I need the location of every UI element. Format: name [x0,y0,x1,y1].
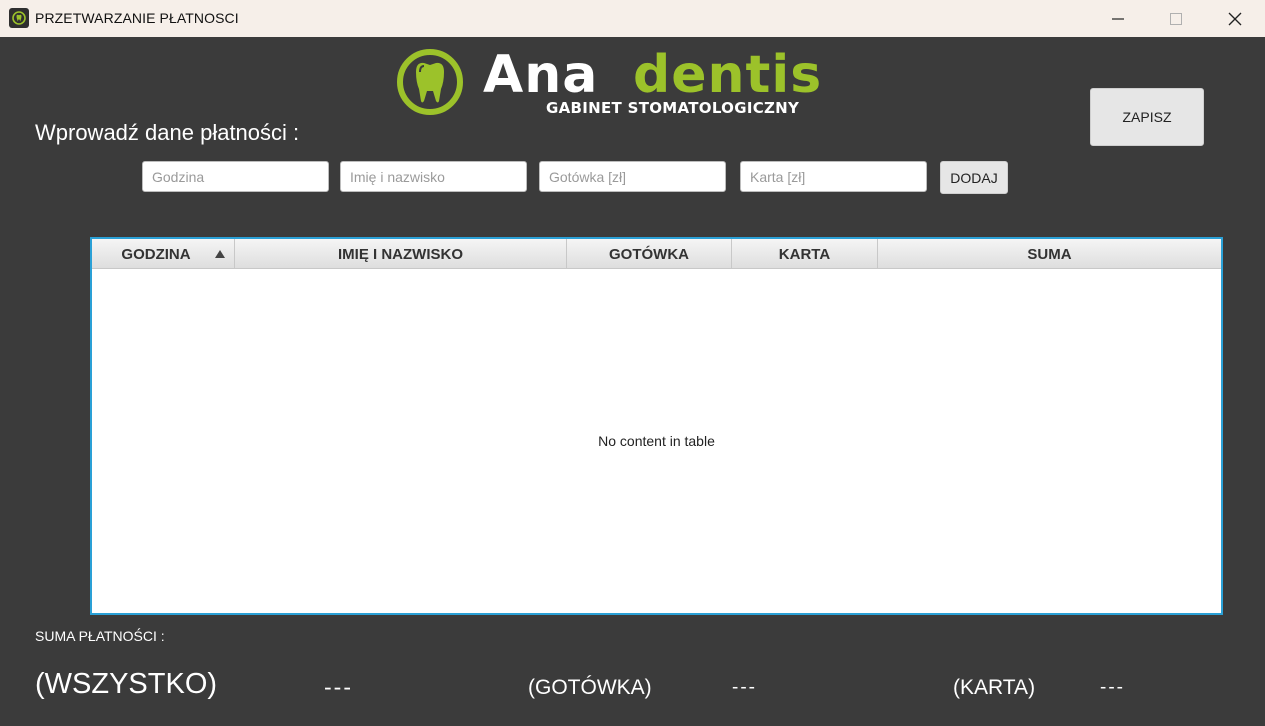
column-header-label: GODZINA [121,245,191,263]
karta-input[interactable] [740,161,927,192]
summary-all-value: --- [324,674,353,700]
logo-text-dentis: dentis [633,45,823,105]
logo-subtitle: GABINET STOMATOLOGICZNY [546,99,800,117]
title-bar[interactable]: PRZETWARZANIE PŁATNOSCI [0,0,1265,37]
tooth-app-icon [9,8,29,28]
summary-card-value: --- [1100,677,1125,698]
maximize-icon [1170,12,1182,25]
anadentis-logo: Ana dentis GABINET STOMATOLOGICZNY [396,45,821,119]
summary-all-label: (WSZYSTKO) [35,668,218,700]
maximize-button[interactable] [1147,0,1205,37]
imie-nazwisko-input[interactable] [340,161,527,192]
payments-table[interactable]: GODZINA IMIĘ I NAZWISKO GOTÓWKA KARTA SU… [90,237,1223,615]
summary-cash-label: (GOTÓWKA) [528,676,652,699]
table-empty-message: No content in table [598,433,715,449]
gotowka-input[interactable] [539,161,726,192]
save-button[interactable]: ZAPISZ [1090,88,1204,146]
form-label: Wprowadź dane płatności : [35,120,300,145]
column-header-label: GOTÓWKA [609,245,689,263]
column-header-label: IMIĘ I NAZWISKO [338,245,463,263]
column-header-gotowka[interactable]: GOTÓWKA [567,239,732,269]
close-button[interactable] [1206,0,1264,37]
sort-ascending-icon [215,250,225,258]
column-header-karta[interactable]: KARTA [732,239,878,269]
summary-label: SUMA PŁATNOŚCI : [35,628,165,644]
tooth-ring-icon [397,49,463,115]
close-icon [1228,12,1242,25]
logo-text-ana: Ana [483,45,599,105]
summary-cash-value: --- [732,677,757,698]
column-header-godzina[interactable]: GODZINA [92,239,235,269]
column-header-label: SUMA [1027,245,1072,263]
minimize-button[interactable] [1089,0,1147,37]
godzina-input[interactable] [142,161,329,192]
window-title: PRZETWARZANIE PŁATNOSCI [35,10,239,26]
column-header-imie-nazwisko[interactable]: IMIĘ I NAZWISKO [235,239,567,269]
table-header: GODZINA IMIĘ I NAZWISKO GOTÓWKA KARTA SU… [92,239,1221,269]
column-header-label: KARTA [778,245,831,263]
minimize-icon [1112,17,1124,20]
column-header-suma[interactable]: SUMA [878,239,1221,269]
summary-card-label: (KARTA) [953,676,1036,699]
add-button[interactable]: DODAJ [940,161,1008,194]
